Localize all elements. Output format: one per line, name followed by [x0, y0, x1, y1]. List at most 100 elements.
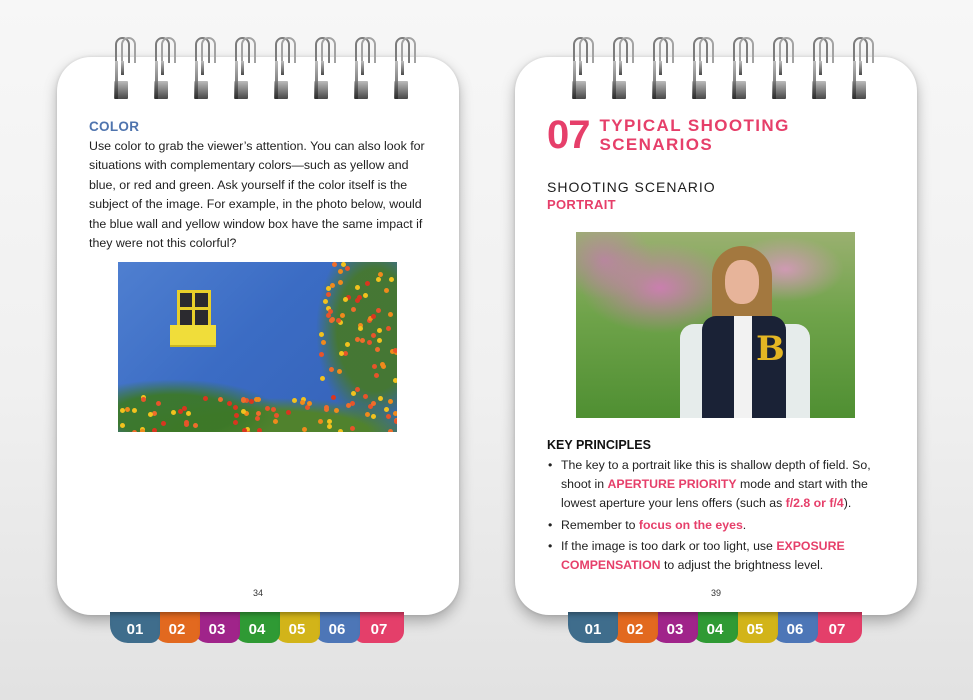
flower-dot [377, 395, 383, 401]
flower-dot [388, 398, 394, 404]
binding-ring-icon [194, 37, 217, 99]
chapter-title: TYPICAL SHOOTING SCENARIOS [600, 116, 790, 154]
chapter-tab-06[interactable]: 06 [772, 612, 818, 643]
flower-dot [364, 281, 370, 287]
flower-dot [272, 418, 278, 424]
highlight: APERTURE PRIORITY [607, 477, 737, 492]
flower-dot [328, 367, 334, 373]
jacket-letter-patch: B [756, 329, 785, 369]
flower-dot [371, 313, 377, 319]
chapter-tab-03[interactable]: 03 [652, 612, 698, 643]
chapter-tab-07[interactable]: 07 [354, 612, 404, 643]
flower-dot [344, 265, 350, 271]
chapter-tabs-left: 01 02 03 04 05 06 07 [110, 612, 404, 643]
chapter-title-line-2: SCENARIOS [599, 135, 714, 154]
flower-dot [170, 410, 176, 416]
flower-dot [345, 342, 351, 348]
flower-dot [375, 347, 381, 352]
key-principles: KEY PRINCIPLES The key to a portrait lik… [547, 438, 897, 577]
chapter-tab-05[interactable]: 05 [732, 612, 778, 643]
flower-dot [338, 279, 344, 285]
flower-dot [384, 406, 390, 412]
flower-dot [327, 423, 333, 429]
flower-dot [340, 312, 346, 318]
flower-dot [376, 327, 382, 333]
flower-dot [186, 411, 192, 417]
flower-dot [360, 338, 366, 344]
flower-dot [371, 400, 377, 406]
scenario-name: PORTRAIT [547, 197, 616, 212]
text: . [742, 517, 747, 532]
text: to adjust the brightness level. [660, 558, 824, 573]
flower-dot [354, 336, 360, 342]
chapter-tab-02[interactable]: 02 [154, 612, 200, 643]
flower-dot [233, 420, 239, 426]
flower-dot [351, 391, 357, 397]
chapter-tab-05[interactable]: 05 [274, 612, 320, 643]
chapter-tab-03[interactable]: 03 [194, 612, 240, 643]
flower-dot [345, 403, 351, 409]
binding-ring-icon [572, 37, 595, 99]
binding-ring-icon [852, 37, 875, 99]
flower-dot [327, 309, 333, 315]
chapter-tab-04[interactable]: 04 [234, 612, 280, 643]
flower-dot [393, 348, 397, 354]
flower-dot [156, 400, 162, 406]
flower-dot [343, 297, 348, 303]
flower-dot [226, 401, 232, 407]
flower-dot [140, 429, 146, 432]
flower-dot [388, 311, 394, 317]
binding-ring-icon [612, 37, 635, 99]
binding-ring-icon [692, 37, 715, 99]
flower-dot [375, 276, 381, 282]
flower-dot [131, 429, 137, 432]
chapter-tabs-right: 01 02 03 04 05 06 07 [568, 612, 862, 643]
flower-dot [337, 428, 343, 432]
principle-item: The key to a portrait like this is shall… [547, 456, 897, 514]
page-number: 39 [710, 588, 721, 598]
chapter-tab-01[interactable]: 01 [110, 612, 160, 643]
color-example-photo [118, 262, 397, 432]
principles-heading: KEY PRINCIPLES [547, 438, 651, 452]
flower-dot [392, 411, 397, 417]
flower-dot [355, 298, 361, 304]
flower-dot [321, 339, 327, 345]
binding-ring-icon [354, 37, 377, 99]
flower-dot [132, 408, 138, 414]
binding-ring-icon [772, 37, 795, 99]
flower-dot [351, 307, 357, 313]
flower-dot [363, 394, 369, 400]
chapter-tab-04[interactable]: 04 [692, 612, 738, 643]
text: Remember to [561, 517, 639, 532]
flower-dot [388, 429, 394, 432]
flower-dot [325, 292, 331, 298]
chapter-tab-06[interactable]: 06 [314, 612, 360, 643]
left-page-content: COLOR Use color to grab the viewer’s att… [89, 119, 434, 253]
chapter-title-line-1: TYPICAL SHOOTING [599, 116, 790, 135]
binding-ring-icon [394, 37, 417, 99]
flower-dot [370, 332, 376, 338]
binding-ring-icon [234, 37, 257, 99]
flower-dot [370, 414, 376, 420]
flower-dot [357, 326, 363, 332]
flower-dot [233, 413, 239, 419]
flower-dot [343, 350, 349, 356]
highlight: focus on the eyes [638, 517, 743, 532]
chapter-tab-01[interactable]: 01 [568, 612, 618, 643]
flower-dot [306, 400, 312, 406]
portrait-subject: B [680, 246, 830, 418]
flower-dot [184, 422, 190, 428]
flower-dot [354, 387, 360, 393]
chapter-tab-02[interactable]: 02 [612, 612, 658, 643]
flower-dot [372, 364, 378, 370]
text: ). [843, 496, 852, 511]
binding-ring-icon [732, 37, 755, 99]
right-page-header: 07 TYPICAL SHOOTING SCENARIOS SHOOTING S… [547, 115, 892, 212]
flower-dot [385, 413, 391, 419]
spiral-binding [572, 37, 875, 99]
flower-dot [218, 397, 224, 403]
flower-dot [338, 350, 344, 356]
chapter-tab-07[interactable]: 07 [812, 612, 862, 643]
flower-dot [257, 428, 263, 432]
flowers-decoration [118, 262, 397, 432]
